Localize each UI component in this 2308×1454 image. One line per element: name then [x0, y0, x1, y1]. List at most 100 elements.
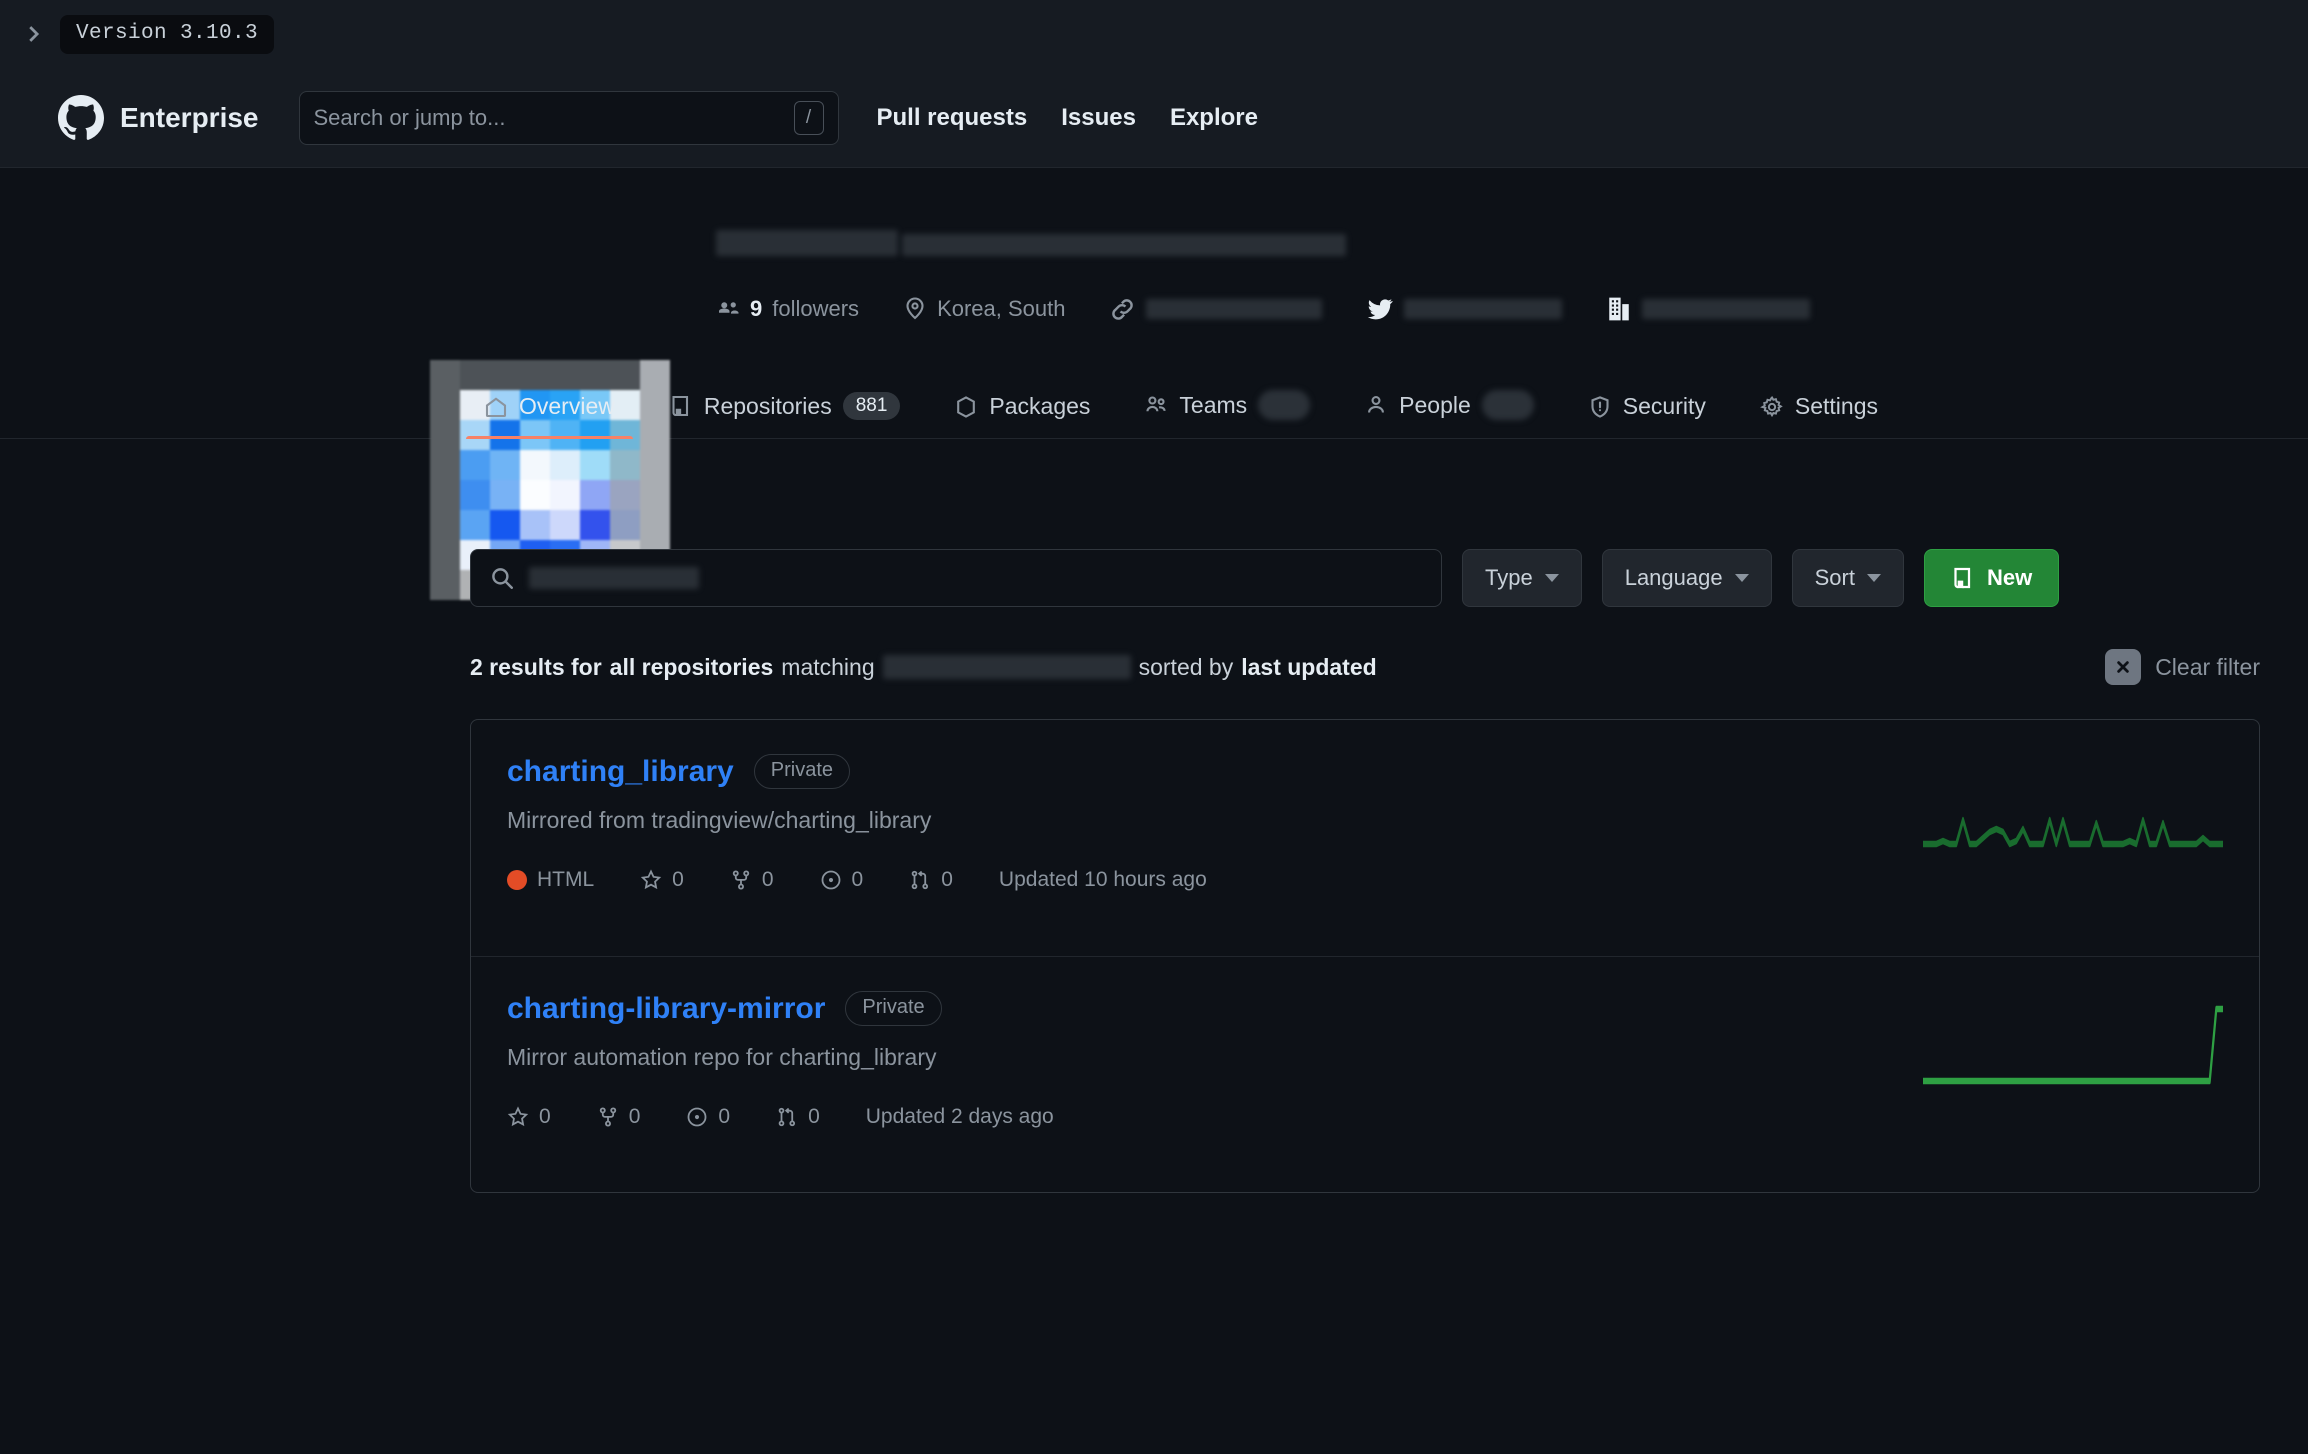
- shield-alert-icon: [1588, 395, 1612, 419]
- tab-teams[interactable]: Teams: [1126, 390, 1328, 438]
- page-body: 9 followers Korea, South: [0, 168, 2308, 1193]
- chevron-down-icon: [1867, 574, 1881, 582]
- site-header: Enterprise Search or jump to... / Pull r…: [0, 68, 2308, 168]
- star-icon: [640, 869, 662, 891]
- results-sorted-word: sorted by: [1139, 654, 1234, 681]
- repo-search-value-redacted: [529, 567, 699, 589]
- sort-filter-button[interactable]: Sort: [1792, 549, 1904, 607]
- nav-explore[interactable]: Explore: [1170, 104, 1258, 132]
- tab-security[interactable]: Security: [1570, 393, 1724, 438]
- organization-link[interactable]: [1606, 296, 1810, 322]
- repo-stars[interactable]: 0: [507, 1105, 551, 1129]
- website-link[interactable]: [1110, 296, 1322, 322]
- chevron-down-icon: [1545, 574, 1559, 582]
- people-icon: [716, 297, 740, 321]
- repo-issues[interactable]: 0: [820, 868, 864, 892]
- website-url-redacted: [1146, 299, 1322, 319]
- github-mark-icon[interactable]: [58, 95, 104, 141]
- results-query-redacted: [883, 655, 1131, 679]
- repo-stars[interactable]: 0: [640, 868, 684, 892]
- tab-overview[interactable]: Overview: [466, 393, 633, 438]
- issue-circle-icon: [686, 1106, 708, 1128]
- version-bar: Version 3.10.3: [0, 0, 2308, 68]
- clear-filter-label: Clear filter: [2155, 654, 2260, 681]
- package-cube-icon: [954, 395, 978, 419]
- pulls-count: 0: [941, 868, 953, 892]
- table-row: charting_library Private Mirrored from t…: [471, 720, 2259, 956]
- activity-sparkline: [1923, 1003, 2223, 1093]
- new-repository-label: New: [1987, 565, 2032, 591]
- twitter-link[interactable]: [1366, 295, 1562, 323]
- repo-pull-requests[interactable]: 0: [909, 868, 953, 892]
- pull-request-icon: [909, 869, 931, 891]
- pulls-count: 0: [808, 1105, 820, 1129]
- profile-tabs: Overview Repositories 881 Packages Teams: [0, 365, 2308, 439]
- tab-packages-label: Packages: [989, 393, 1090, 420]
- language-filter-label: Language: [1625, 565, 1723, 591]
- location-label: Korea, South: [937, 296, 1065, 322]
- twitter-bird-icon: [1366, 295, 1394, 323]
- search-icon: [489, 565, 515, 591]
- sort-filter-label: Sort: [1815, 565, 1855, 591]
- followers-stat[interactable]: 9 followers: [716, 296, 859, 322]
- repo-book-icon: [1951, 566, 1975, 590]
- person-icon: [1364, 393, 1388, 417]
- search-placeholder: Search or jump to...: [314, 105, 794, 131]
- results-summary-row: 2 results for all repositories matching …: [470, 649, 2260, 685]
- primary-nav: Pull requests Issues Explore: [877, 104, 1258, 132]
- repo-forks[interactable]: 0: [597, 1105, 641, 1129]
- tab-settings[interactable]: Settings: [1742, 393, 1896, 438]
- results-summary: 2 results for all repositories matching …: [470, 654, 2105, 681]
- repo-updated: Updated 10 hours ago: [999, 868, 1207, 892]
- tab-repositories[interactable]: Repositories 881: [651, 392, 919, 438]
- repo-language: HTML: [507, 868, 594, 892]
- new-repository-button[interactable]: New: [1924, 549, 2059, 607]
- repo-stats: HTML 0 0: [507, 868, 2223, 892]
- nav-pull-requests[interactable]: Pull requests: [877, 104, 1028, 132]
- gear-icon: [1760, 395, 1784, 419]
- type-filter-label: Type: [1485, 565, 1533, 591]
- followers-label: followers: [772, 296, 859, 322]
- tab-people[interactable]: People: [1346, 390, 1552, 438]
- tab-people-count-redacted: [1482, 390, 1534, 420]
- home-icon: [484, 395, 508, 419]
- status-badge: Private: [754, 754, 850, 789]
- fork-icon: [730, 869, 752, 891]
- repo-link[interactable]: charting-library-mirror: [507, 992, 825, 1026]
- search-input[interactable]: Search or jump to... /: [299, 91, 839, 145]
- activity-sparkline: [1923, 766, 2223, 856]
- profile-info: 9 followers Korea, South: [716, 168, 2308, 323]
- repo-search-input[interactable]: [470, 549, 1442, 607]
- chevron-right-icon[interactable]: [22, 23, 44, 45]
- repo-stats: 0 0 0: [507, 1105, 2223, 1129]
- repo-forks[interactable]: 0: [730, 868, 774, 892]
- type-filter-button[interactable]: Type: [1462, 549, 1582, 607]
- repo-book-icon: [669, 394, 693, 418]
- stars-count: 0: [672, 868, 684, 892]
- tab-packages[interactable]: Packages: [936, 393, 1108, 438]
- people-icon: [1144, 393, 1168, 417]
- forks-count: 0: [629, 1105, 641, 1129]
- chevron-down-icon: [1735, 574, 1749, 582]
- repository-list: charting_library Private Mirrored from t…: [470, 719, 2260, 1193]
- repo-filter-bar: Type Language Sort New: [470, 549, 2308, 607]
- followers-count: 9: [750, 296, 762, 322]
- language-filter-button[interactable]: Language: [1602, 549, 1772, 607]
- repo-pull-requests[interactable]: 0: [776, 1105, 820, 1129]
- location-stat: Korea, South: [903, 296, 1065, 322]
- results-sort-value: last updated: [1241, 654, 1376, 681]
- twitter-handle-redacted: [1404, 299, 1562, 319]
- results-scope: all repositories: [610, 654, 774, 681]
- location-pin-icon: [903, 297, 927, 321]
- nav-issues[interactable]: Issues: [1061, 104, 1136, 132]
- issues-count: 0: [852, 868, 864, 892]
- language-color-dot: [507, 870, 527, 890]
- repo-issues[interactable]: 0: [686, 1105, 730, 1129]
- status-badge: Private: [845, 991, 941, 1026]
- profile-meta: 9 followers Korea, South: [716, 295, 2308, 323]
- updated-label: Updated 2 days ago: [866, 1105, 1054, 1129]
- tab-repositories-label: Repositories: [704, 393, 832, 420]
- repo-link[interactable]: charting_library: [507, 755, 734, 789]
- tab-security-label: Security: [1623, 393, 1706, 420]
- clear-filter-button[interactable]: Clear filter: [2105, 649, 2260, 685]
